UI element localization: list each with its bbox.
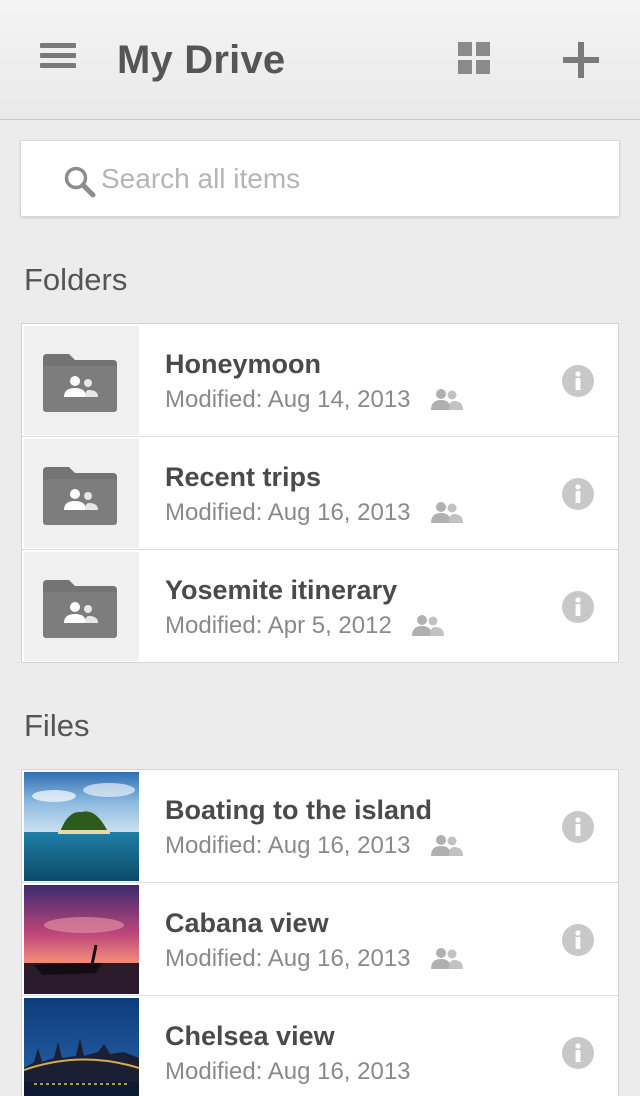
info-icon[interactable]: [562, 924, 594, 956]
shared-folder-icon: [43, 580, 117, 638]
folder-list: Honeymoon Modified: Aug 14, 2013 Recent …: [21, 323, 619, 663]
folder-thumbnail: [24, 439, 139, 548]
folder-row[interactable]: Honeymoon Modified: Aug 14, 2013: [22, 324, 618, 437]
file-thumbnail: [24, 998, 139, 1096]
folder-row[interactable]: Yosemite itinerary Modified: Apr 5, 2012: [22, 550, 618, 663]
folder-thumbnail: [24, 552, 139, 661]
file-thumbnail: [24, 885, 139, 994]
modified-date: Modified: Aug 16, 2013: [165, 1058, 411, 1085]
shared-people-icon: [430, 947, 463, 969]
add-icon[interactable]: [563, 42, 599, 78]
info-icon[interactable]: [562, 1037, 594, 1069]
search-input[interactable]: [101, 157, 601, 201]
search-icon: [64, 166, 96, 198]
files-heading: Files: [24, 708, 90, 743]
modified-date: Modified: Aug 16, 2013: [165, 945, 411, 972]
app-bar: My Drive: [0, 0, 640, 120]
file-name: Cabana view: [165, 908, 329, 938]
menu-icon[interactable]: [40, 43, 76, 71]
folders-heading: Folders: [24, 262, 128, 297]
file-meta: Modified: Aug 16, 2013: [165, 945, 463, 973]
folder-row[interactable]: Recent trips Modified: Aug 16, 2013: [22, 437, 618, 550]
page-title: My Drive: [117, 38, 286, 82]
info-icon[interactable]: [562, 365, 594, 397]
modified-date: Modified: Apr 5, 2012: [165, 612, 392, 639]
shared-people-icon: [411, 614, 444, 636]
folder-meta: Modified: Apr 5, 2012: [165, 612, 444, 640]
info-icon[interactable]: [562, 478, 594, 510]
search-box[interactable]: [20, 140, 620, 217]
shared-folder-icon: [43, 467, 117, 525]
folder-thumbnail: [24, 326, 139, 435]
modified-date: Modified: Aug 16, 2013: [165, 832, 411, 859]
folder-name: Honeymoon: [165, 349, 322, 379]
file-row[interactable]: Cabana view Modified: Aug 16, 2013: [22, 883, 618, 996]
shared-people-icon: [430, 501, 463, 523]
file-row[interactable]: Boating to the island Modified: Aug 16, …: [22, 770, 618, 883]
shared-people-icon: [430, 834, 463, 856]
file-name: Chelsea view: [165, 1021, 335, 1051]
grid-view-icon[interactable]: [458, 42, 490, 74]
file-meta: Modified: Aug 16, 2013: [165, 1058, 411, 1086]
folder-name: Recent trips: [165, 462, 322, 492]
info-icon[interactable]: [562, 591, 594, 623]
file-row[interactable]: Chelsea view Modified: Aug 16, 2013: [22, 996, 618, 1096]
file-meta: Modified: Aug 16, 2013: [165, 832, 463, 860]
modified-date: Modified: Aug 16, 2013: [165, 499, 411, 526]
shared-folder-icon: [43, 354, 117, 412]
file-list: Boating to the island Modified: Aug 16, …: [21, 769, 619, 1096]
shared-people-icon: [430, 388, 463, 410]
file-thumbnail: [24, 772, 139, 881]
file-name: Boating to the island: [165, 795, 432, 825]
folder-meta: Modified: Aug 14, 2013: [165, 386, 463, 414]
modified-date: Modified: Aug 14, 2013: [165, 386, 411, 413]
folder-name: Yosemite itinerary: [165, 575, 398, 605]
info-icon[interactable]: [562, 811, 594, 843]
folder-meta: Modified: Aug 16, 2013: [165, 499, 463, 527]
